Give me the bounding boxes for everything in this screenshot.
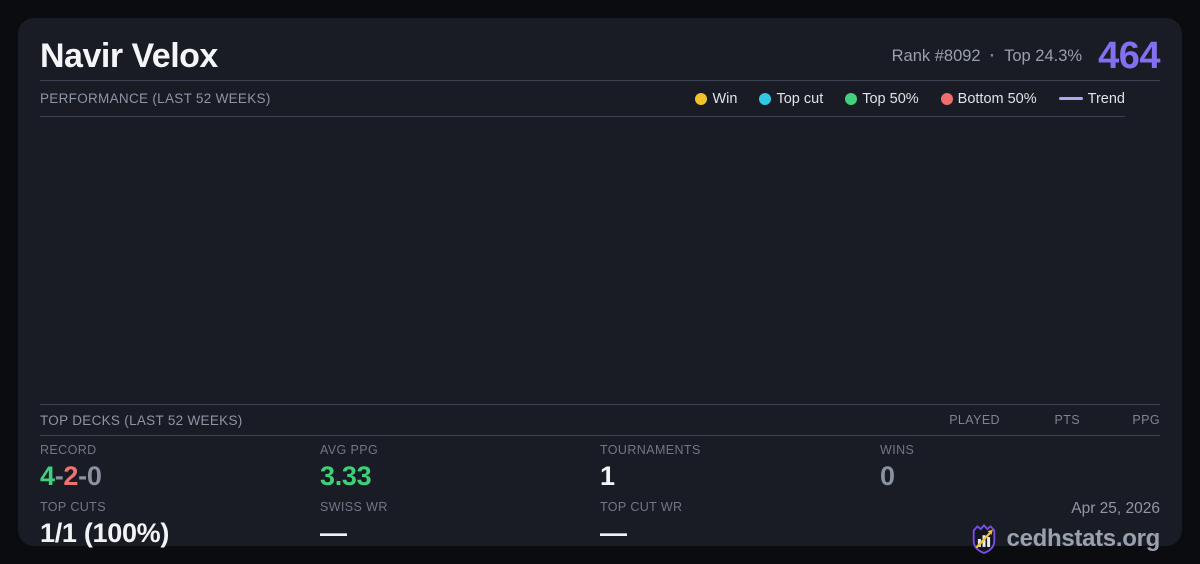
stat-wins: WINS 0: [880, 443, 1160, 494]
column-header-pts: PTS: [1000, 413, 1080, 427]
win-dot-icon: [695, 93, 707, 105]
player-stats-card: Navir Velox Rank #8092 · Top 24.3% 464 P…: [18, 18, 1182, 546]
top-percent-label: Top 24.3%: [1004, 47, 1082, 66]
legend-item-top-50: Top 50%: [845, 91, 918, 107]
record-wins: 4: [40, 461, 55, 491]
player-score: 464: [1098, 35, 1160, 78]
record-label: RECORD: [40, 443, 320, 457]
legend-item-top-cut: Top cut: [759, 91, 823, 107]
trend-line-icon: [1059, 97, 1083, 100]
top-50-dot-icon: [845, 93, 857, 105]
legend-win-label: Win: [712, 91, 737, 107]
tournaments-value: 1: [600, 461, 880, 491]
record-draws: 0: [87, 461, 102, 491]
top-cut-dot-icon: [759, 93, 771, 105]
chart-legend: Win Top cut Top 50% Bottom 50% Trend: [695, 91, 1125, 107]
legend-item-trend: Trend: [1059, 91, 1125, 107]
record-value: 4-2-0: [40, 461, 320, 491]
tournaments-label: TOURNAMENTS: [600, 443, 880, 457]
column-header-ppg: PPG: [1080, 413, 1160, 427]
top-cuts-value: 1/1 (100%): [40, 518, 320, 548]
top-cut-wr-value: —: [600, 518, 880, 548]
swiss-wr-value: —: [320, 518, 600, 548]
brand-row[interactable]: cedhstats.org: [969, 522, 1160, 555]
rank-label: Rank #8092: [892, 47, 981, 66]
cedhstats-shield-logo-icon: [969, 522, 999, 555]
legend-bottom-50-label: Bottom 50%: [958, 91, 1037, 107]
bottom-50-dot-icon: [941, 93, 953, 105]
legend-item-win: Win: [695, 91, 737, 107]
record-losses: 2: [63, 461, 78, 491]
swiss-wr-label: SWISS WR: [320, 500, 600, 514]
stat-top-cuts: TOP CUTS 1/1 (100%): [40, 494, 320, 558]
top-decks-column-headers: PLAYED PTS PPG: [920, 413, 1160, 427]
performance-header-row: PERFORMANCE (LAST 52 WEEKS) Win Top cut …: [40, 81, 1160, 116]
generated-date: Apr 25, 2026: [1071, 500, 1160, 517]
legend-top-50-label: Top 50%: [862, 91, 918, 107]
stats-grid: RECORD 4-2-0 AVG PPG 3.33 TOURNAMENTS 1 …: [40, 436, 1160, 558]
brand-name[interactable]: cedhstats.org: [1007, 525, 1160, 553]
stat-swiss-wr: SWISS WR —: [320, 494, 600, 558]
stat-record: RECORD 4-2-0: [40, 443, 320, 494]
rank-separator: ·: [990, 47, 996, 66]
record-separator: -: [78, 461, 87, 491]
top-cuts-label: TOP CUTS: [40, 500, 320, 514]
stat-avg-ppg: AVG PPG 3.33: [320, 443, 600, 494]
stat-tournaments: TOURNAMENTS 1: [600, 443, 880, 494]
column-header-played: PLAYED: [920, 413, 1000, 427]
legend-trend-label: Trend: [1088, 91, 1125, 107]
branding-block: Apr 25, 2026 cedhstats.org: [880, 494, 1160, 558]
legend-item-bottom-50: Bottom 50%: [941, 91, 1037, 107]
legend-top-cut-label: Top cut: [776, 91, 823, 107]
rank-line: Rank #8092 · Top 24.3%: [892, 47, 1082, 66]
top-decks-header-row: TOP DECKS (LAST 52 WEEKS) PLAYED PTS PPG: [40, 405, 1160, 435]
performance-section-title: PERFORMANCE (LAST 52 WEEKS): [40, 91, 271, 106]
top-cut-wr-label: TOP CUT WR: [600, 500, 880, 514]
top-decks-section-title: TOP DECKS (LAST 52 WEEKS): [40, 413, 243, 428]
avg-ppg-label: AVG PPG: [320, 443, 600, 457]
avg-ppg-value: 3.33: [320, 461, 600, 491]
page-title: Navir Velox: [40, 37, 218, 76]
stat-top-cut-wr: TOP CUT WR —: [600, 494, 880, 558]
performance-chart: [40, 117, 1160, 404]
rank-summary: Rank #8092 · Top 24.3% 464: [892, 35, 1160, 78]
wins-value: 0: [880, 461, 1160, 491]
card-header: Navir Velox Rank #8092 · Top 24.3% 464: [40, 18, 1160, 80]
wins-label: WINS: [880, 443, 1160, 457]
